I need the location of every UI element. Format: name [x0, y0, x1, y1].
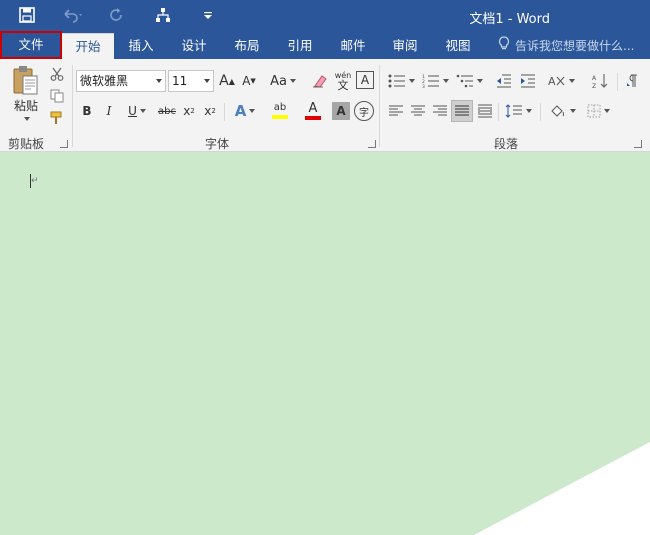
window-title: 文档1 - Word: [469, 12, 550, 27]
chinese-layout-icon[interactable]: A: [546, 70, 576, 92]
align-right-icon[interactable]: [430, 100, 450, 122]
enclose-glyph: 字: [359, 107, 369, 119]
svg-text:A: A: [548, 75, 556, 88]
tab-review[interactable]: 审阅: [382, 33, 428, 59]
tab-layout[interactable]: 布局: [224, 33, 270, 59]
strike-glyph: abc: [158, 105, 176, 117]
show-formatting-icon[interactable]: [622, 70, 642, 92]
page-corner-overlay: [474, 442, 650, 535]
distributed-icon[interactable]: [475, 100, 495, 122]
tab-view[interactable]: 视图: [434, 33, 482, 59]
grow-font-glyph: A: [219, 73, 229, 89]
paste-icon[interactable]: [8, 65, 44, 97]
align-center-icon[interactable]: [408, 100, 428, 122]
bullets-button[interactable]: [386, 70, 416, 92]
char-border-glyph: A: [360, 73, 370, 87]
text-effects-button[interactable]: A: [230, 100, 260, 122]
underline-glyph: U: [128, 104, 137, 118]
strikethrough-button[interactable]: abc: [156, 100, 178, 122]
copy-icon[interactable]: [48, 87, 66, 105]
bold-glyph: B: [82, 104, 92, 118]
ribbon-tabs: 文件 开始 插入 设计 布局 引用 邮件 审阅 视图 告诉我您想要做什么...: [0, 30, 650, 59]
change-case-button[interactable]: Aa: [268, 70, 298, 92]
increase-indent-icon[interactable]: [518, 70, 538, 92]
superscript-button[interactable]: x2: [201, 100, 219, 122]
justify-icon[interactable]: [451, 100, 473, 122]
tab-references[interactable]: 引用: [276, 33, 324, 59]
group-divider: [379, 65, 380, 147]
font-name-value: 微软雅黑: [80, 74, 129, 88]
sort-icon[interactable]: AZ: [588, 70, 612, 92]
font-color-swatch: [305, 116, 321, 120]
tab-insert[interactable]: 插入: [116, 33, 166, 59]
format-painter-icon[interactable]: [48, 109, 66, 127]
highlight-color-button[interactable]: ab: [264, 98, 296, 124]
svg-text:3: 3: [422, 84, 425, 88]
phonetic-bottom-glyph: 文: [337, 79, 349, 92]
font-group-label: 字体: [205, 137, 230, 151]
char-shading-button[interactable]: A: [332, 102, 350, 120]
grow-font-button[interactable]: A ▲: [218, 70, 236, 92]
bold-button[interactable]: B: [78, 100, 96, 122]
char-border-button[interactable]: A: [356, 71, 374, 89]
paste-button-label[interactable]: 粘贴: [10, 97, 42, 113]
clear-formatting-icon[interactable]: [310, 70, 330, 92]
clipboard-group-label: 剪贴板: [8, 137, 45, 151]
highlight-glyph: ab: [273, 102, 287, 113]
tell-me-placeholder: 告诉我您想要做什么...: [515, 39, 635, 53]
ribbon-home: 粘贴 剪贴板 微软雅黑 11 A ▲ A ▼ Aa wén 文 A B I U ab…: [0, 59, 650, 152]
tab-design[interactable]: 设计: [170, 33, 218, 59]
shading-button[interactable]: [546, 100, 578, 122]
font-size-value: 11: [172, 74, 188, 88]
tell-me-box[interactable]: 告诉我您想要做什么...: [498, 33, 634, 59]
change-case-glyph: Aa: [270, 73, 287, 89]
phonetic-guide-button[interactable]: wén 文: [333, 68, 353, 94]
underline-button[interactable]: U: [122, 100, 152, 122]
svg-text:Z: Z: [592, 83, 596, 89]
text-effects-glyph: A: [234, 102, 247, 120]
align-left-icon[interactable]: [386, 100, 406, 122]
divider: [617, 73, 618, 91]
enclose-characters-button[interactable]: 字: [354, 101, 374, 121]
font-name-combo[interactable]: 微软雅黑: [76, 70, 166, 92]
font-color-glyph: A: [308, 101, 318, 116]
italic-glyph: I: [106, 104, 112, 118]
highlight-swatch: [272, 115, 288, 119]
group-divider: [72, 65, 73, 147]
cut-icon[interactable]: [48, 65, 66, 83]
tab-home[interactable]: 开始: [62, 33, 114, 59]
svg-text:A: A: [592, 75, 597, 82]
superscript-glyph: x: [204, 104, 212, 118]
font-launcher-icon[interactable]: [368, 140, 376, 148]
numbering-button[interactable]: 123: [420, 70, 450, 92]
document-page[interactable]: ↵: [0, 152, 650, 535]
clipboard-launcher-icon[interactable]: [60, 140, 68, 148]
paste-dropdown-icon[interactable]: [22, 115, 32, 123]
font-size-combo[interactable]: 11: [168, 70, 214, 92]
font-color-button[interactable]: A: [298, 98, 328, 124]
title-bar: 文档1 - Word: [0, 0, 650, 30]
shrink-font-glyph: A: [242, 74, 251, 88]
italic-button[interactable]: I: [100, 100, 118, 122]
subscript-glyph: x: [183, 104, 191, 118]
tab-file[interactable]: 文件: [0, 31, 62, 59]
divider: [224, 103, 225, 121]
char-shading-glyph: A: [336, 104, 346, 118]
paragraph-group-label: 段落: [494, 137, 519, 151]
paragraph-launcher-icon[interactable]: [634, 140, 642, 148]
multilevel-list-button[interactable]: [454, 70, 484, 92]
borders-button[interactable]: [582, 100, 614, 122]
subscript-button[interactable]: x2: [180, 100, 198, 122]
divider: [540, 103, 541, 121]
tab-mailings[interactable]: 邮件: [330, 33, 376, 59]
lightbulb-icon: [498, 33, 510, 59]
decrease-indent-icon[interactable]: [494, 70, 514, 92]
line-spacing-button[interactable]: [502, 100, 534, 122]
divider: [498, 103, 499, 121]
shrink-font-button[interactable]: A ▼: [240, 70, 258, 92]
